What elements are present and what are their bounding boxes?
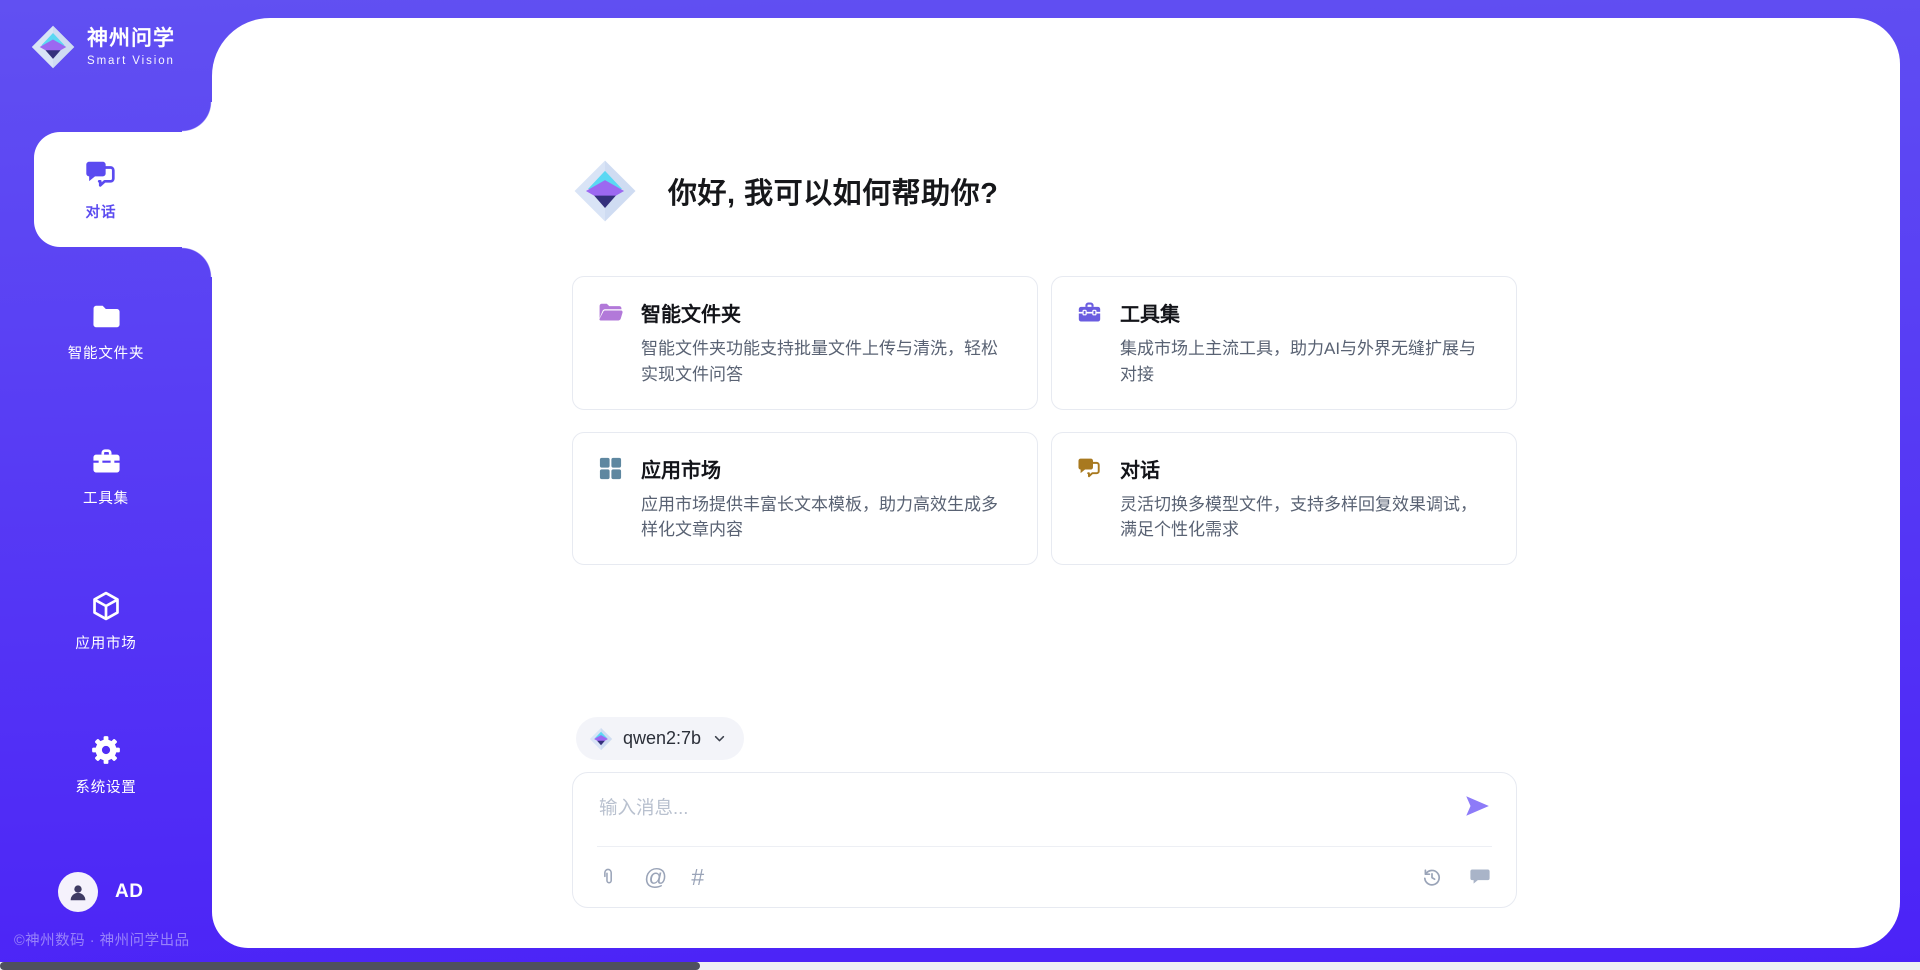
person-avatar-icon (65, 879, 91, 905)
avatar (58, 872, 98, 912)
sidebar-item-settings[interactable]: 系统设置 (0, 733, 212, 797)
card-smart-folder[interactable]: 智能文件夹 智能文件夹功能支持批量文件上传与清洗，轻松实现文件问答 (572, 276, 1038, 410)
sidebar-item-label: 对话 (86, 201, 117, 222)
folder-open-icon (597, 299, 624, 326)
toolbox-icon (1076, 299, 1103, 326)
sidebar-item-label: 工具集 (83, 487, 129, 508)
sidebar-item-label: 系统设置 (75, 776, 136, 797)
gem-logo-icon (572, 158, 638, 224)
app-subtitle: Smart Vision (87, 55, 175, 67)
cube-icon (89, 589, 123, 623)
grid-icon (597, 455, 624, 482)
sidebar-item-label: 智能文件夹 (68, 342, 145, 363)
gem-logo-icon (589, 727, 613, 751)
content-column: 你好, 我可以如何帮助你? 智能文件夹 智能文件夹功能支持批量文件上传与清洗，轻… (572, 18, 1517, 948)
card-toolset[interactable]: 工具集 集成市场上主流工具，助力AI与外界无缝扩展与对接 (1051, 276, 1517, 410)
card-description: 集成市场上主流工具，助力AI与外界无缝扩展与对接 (1120, 336, 1492, 388)
sidebar-item-toolset[interactable]: 工具集 (0, 445, 212, 508)
card-description: 智能文件夹功能支持批量文件上传与清洗，轻松实现文件问答 (641, 336, 1013, 388)
greeting-title: 你好, 我可以如何帮助你? (668, 170, 998, 212)
chat-bubble-icon[interactable] (1468, 865, 1492, 889)
main-panel: 你好, 我可以如何帮助你? 智能文件夹 智能文件夹功能支持批量文件上传与清洗，轻… (212, 18, 1900, 948)
sidebar-item-app-market[interactable]: 应用市场 (0, 589, 212, 653)
message-composer: @ # (572, 772, 1517, 908)
model-selector[interactable]: qwen2:7b (576, 717, 744, 760)
sidebar-item-smart-folder[interactable]: 智能文件夹 (0, 300, 212, 363)
chat-icon (83, 157, 119, 193)
card-title: 工具集 (1120, 298, 1180, 327)
tab-corner-bottom (182, 247, 212, 277)
card-description: 灵活切换多模型文件，支持多样回复效果调试，满足个性化需求 (1120, 492, 1492, 544)
app-logo: 神州问学 Smart Vision (30, 24, 175, 70)
card-app-market[interactable]: 应用市场 应用市场提供丰富长文本模板，助力高效生成多样化文章内容 (572, 432, 1038, 566)
card-title: 应用市场 (641, 454, 721, 483)
send-icon[interactable] (1462, 791, 1492, 821)
user-name: AD (115, 881, 143, 903)
chat-icon (1076, 455, 1103, 482)
history-icon[interactable] (1420, 865, 1444, 889)
user-profile[interactable]: AD (58, 872, 143, 912)
chevron-down-icon (711, 730, 728, 747)
composer-left-tools: @ # (597, 866, 704, 889)
gear-icon (89, 733, 123, 767)
sidebar-item-label: 应用市场 (75, 632, 136, 653)
horizontal-scrollbar[interactable] (0, 962, 1920, 970)
copyright-footer: ©神州数码 · 神州问学出品 (14, 929, 190, 950)
composer-right-tools (1420, 865, 1492, 889)
greeting-block: 你好, 我可以如何帮助你? (572, 158, 998, 224)
scrollbar-thumb[interactable] (0, 962, 700, 970)
folder-icon (90, 300, 123, 333)
card-title: 对话 (1120, 454, 1160, 483)
hash-icon[interactable]: # (691, 866, 704, 889)
sidebar-item-chat[interactable]: 对话 (34, 132, 212, 247)
card-description: 应用市场提供丰富长文本模板，助力高效生成多样化文章内容 (641, 492, 1013, 544)
card-title: 智能文件夹 (641, 298, 741, 327)
message-input[interactable] (597, 789, 1421, 827)
card-chat[interactable]: 对话 灵活切换多模型文件，支持多样回复效果调试，满足个性化需求 (1051, 432, 1517, 566)
app-window: 神州问学 Smart Vision 对话 智能文件夹 (0, 0, 1920, 970)
paperclip-icon[interactable] (597, 866, 620, 889)
app-title: 神州问学 (87, 27, 175, 51)
toolbox-icon (90, 445, 123, 478)
at-icon[interactable]: @ (644, 866, 667, 889)
tab-corner-top (182, 102, 212, 132)
model-name: qwen2:7b (623, 728, 701, 749)
feature-cards: 智能文件夹 智能文件夹功能支持批量文件上传与清洗，轻松实现文件问答 工具 (572, 276, 1517, 565)
gem-logo-icon (30, 24, 76, 70)
